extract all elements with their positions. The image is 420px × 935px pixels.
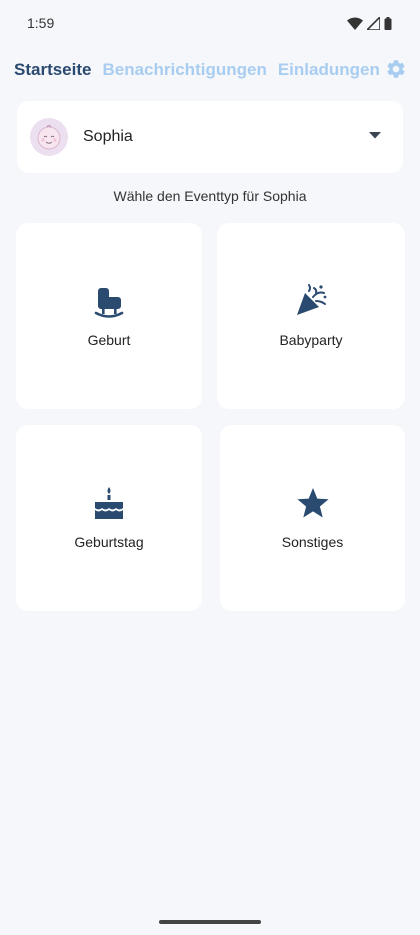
event-type-prompt: Wähle den Eventtyp für Sophia — [113, 188, 307, 204]
dropdown-arrow-icon[interactable] — [369, 132, 381, 139]
tab-benachrichtigungen[interactable]: Benachrichtigungen — [102, 60, 266, 80]
star-icon — [296, 488, 329, 518]
top-tabs: Startseite Benachrichtigungen Einladunge… — [0, 52, 420, 88]
event-label-babyparty: Babyparty — [279, 332, 343, 348]
party-popper-icon — [297, 284, 327, 315]
cell-signal-icon — [367, 16, 380, 30]
status-bar: 1:59 — [0, 0, 420, 46]
avatar — [30, 118, 68, 156]
battery-icon — [384, 16, 392, 30]
birthday-cake-icon — [95, 487, 123, 519]
gear-icon[interactable] — [385, 58, 407, 80]
event-card-geburt[interactable]: Geburt — [16, 223, 202, 409]
tab-startseite[interactable]: Startseite — [14, 60, 91, 80]
baby-face-icon — [37, 125, 61, 150]
child-name: Sophia — [83, 128, 133, 145]
event-card-babyparty[interactable]: Babyparty — [217, 223, 405, 409]
event-card-geburtstag[interactable]: Geburtstag — [16, 425, 202, 611]
event-label-geburtstag: Geburtstag — [74, 534, 144, 550]
child-selector[interactable]: Sophia — [17, 101, 403, 173]
wifi-icon — [347, 17, 363, 30]
event-label-geburt: Geburt — [87, 332, 131, 348]
status-icons — [347, 16, 392, 30]
event-card-sonstiges[interactable]: Sonstiges — [220, 425, 405, 611]
cradle-icon — [94, 288, 124, 318]
tab-einladungen[interactable]: Einladungen — [278, 60, 380, 80]
status-time: 1:59 — [27, 15, 55, 31]
gesture-nav-bar[interactable] — [159, 920, 261, 924]
event-label-sonstiges: Sonstiges — [281, 534, 344, 550]
